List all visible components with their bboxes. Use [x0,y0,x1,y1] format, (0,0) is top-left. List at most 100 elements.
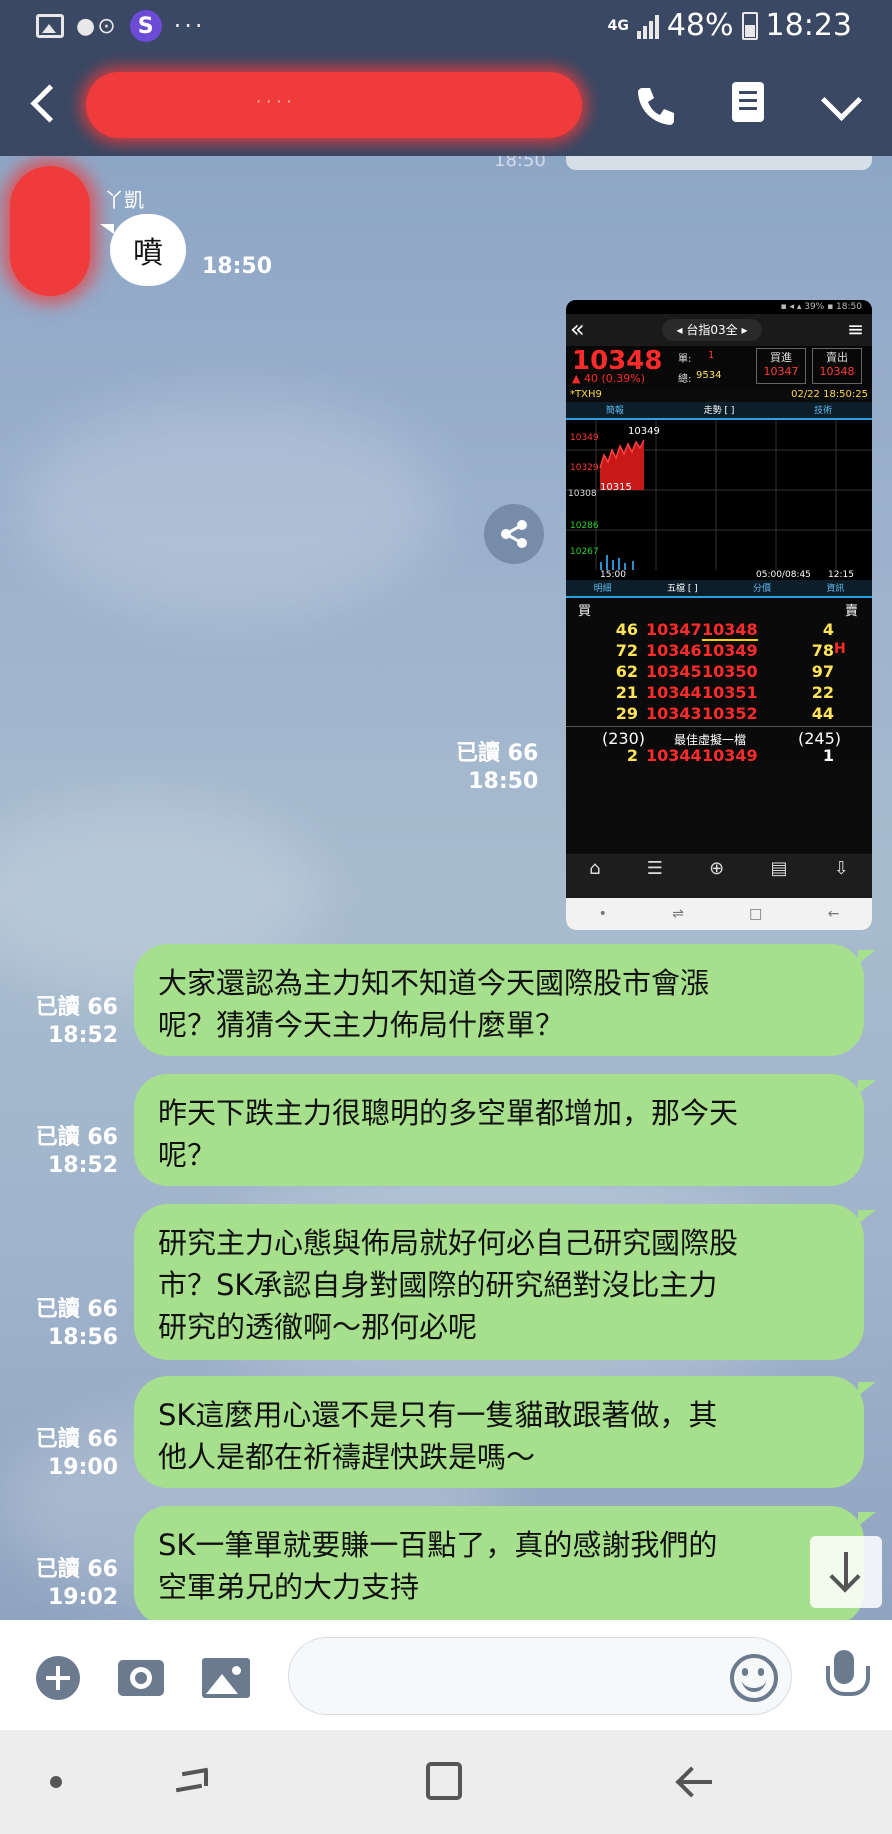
incoming-time: 18:50 [202,254,273,279]
shot-tabs-top: 簡報 走勢 [ ] 技術 [566,402,872,420]
shot-tabs-mid: 明細 五檔 [ ] 分價 資訊 [566,580,872,598]
chevron-down-icon[interactable] [818,86,864,120]
svg-text:10349: 10349 [570,433,599,443]
recent-apps-icon[interactable] [175,1764,214,1798]
shot-nav: • ⇌ □ ← [566,898,872,930]
read-receipt: 已讀 66 18:52 [35,1125,118,1178]
phone-icon[interactable] [632,82,680,130]
svg-text:12:15: 12:15 [828,570,854,580]
gallery-icon [36,14,64,38]
svg-text:10315: 10315 [600,482,632,493]
message-line: 研究主力心態與佈局就好何必自己研究國際股 [158,1226,739,1260]
previous-time: 18:50 [494,156,546,171]
message-line: 空軍弟兄的大力支持 [158,1570,420,1604]
shot-status: ▪ ◂ ▴ 39% ▪ 18:50 [566,300,872,314]
shot-quote: 10348 ▲ 40 (0.39%) 單: 1 總: 9534 買進 10347… [566,346,872,388]
shot-change: ▲ 40 (0.39%) [572,372,645,385]
share-icon[interactable] [484,504,544,564]
more-icon: ··· [173,12,206,40]
shot-total-label: 總: [678,374,692,385]
shot-total: 9534 [696,370,722,381]
message-input[interactable] [288,1637,792,1715]
status-bar-left: ●⊙ S ··· [36,10,206,42]
outgoing-message-bubble[interactable]: SK這麼用心還不是只有一隻貓敢跟著做，其 他人是都在祈禱趕快跌是嗎～ [134,1376,876,1488]
chat-area[interactable]: 18:50 丫凱 噴 18:50 ▪ ◂ ▴ 39% ▪ 18:50 « ◂ 台… [0,156,892,1620]
shared-screenshot[interactable]: ▪ ◂ ▴ 39% ▪ 18:50 « ◂ 台指03全 ▸ ≡ 10348 ▲ … [566,300,872,930]
message-line: SK這麼用心還不是只有一隻貓敢跟著做，其 [158,1398,718,1432]
book-row: 29 10343 10352 44 [615,704,834,723]
home-icon[interactable] [426,1762,462,1800]
shot-chart: 10349 10329 10308 10286 10267 10349 1031… [566,420,872,580]
shot-qty-label: 單: [678,354,692,365]
svg-text:10286: 10286 [570,521,599,531]
shot-bid-box: 買進 10347 [756,348,806,384]
book-row: 72 10346 10349 78 H [615,641,846,660]
chat-title-redacted[interactable]: · · · · [86,72,582,138]
shot-menu-icon: ≡ [847,317,864,341]
book-row: 46 10347 10348 4 [615,620,834,641]
message-line: 市？SK承認自身對國際的研究絕對沒比主力 [158,1268,718,1302]
svg-text:10349: 10349 [628,426,660,437]
message-line: 昨天下跌主力很聰明的多空單都增加，那今天 [158,1096,739,1130]
notes-icon[interactable] [728,82,768,128]
s-app-icon: S [129,10,162,42]
svg-text:10308: 10308 [568,489,597,499]
battery-icon [741,11,758,40]
status-bar-right: 4G 48% 18:23 [608,8,852,43]
svg-text:15:00: 15:00 [600,570,626,580]
svg-text:05:00/08:45: 05:00/08:45 [756,570,811,580]
book-total-row: (230) 最佳虛擬一檔 (245) [566,726,872,748]
read-receipt: 已讀 66 18:52 [35,995,118,1048]
camera-icon[interactable] [118,1660,164,1696]
outgoing-message-bubble[interactable]: SK一筆單就要賺一百點了，真的感謝我們的 空軍弟兄的大力支持 [134,1506,876,1620]
shot-ask-box: 賣出 10348 [812,348,862,384]
message-line: 研究的透徹啊～那何必呢 [158,1310,478,1344]
scroll-down-button[interactable] [810,1536,882,1608]
input-bar [0,1620,892,1730]
status-bar: ●⊙ S ··· 4G 48% 18:23 [0,0,892,52]
message-line: SK一筆單就要賺一百點了，真的感謝我們的 [158,1528,718,1562]
svg-text:10267: 10267 [570,547,599,557]
svg-text:10329: 10329 [570,463,599,473]
book-row: 62 10345 10350 97 [615,662,834,681]
shot-qty: 1 [708,350,715,361]
outgoing-message-bubble[interactable]: 大家還認為主力知不知道今天國際股市會漲 呢？猜猜今天主力佈局什麼單？ [134,944,876,1056]
message-line: 大家還認為主力知不知道今天國際股市會漲 [158,966,710,1000]
chat-header: · · · · [0,52,892,156]
book-best-row: 2 10344 10349 1 [626,746,834,765]
back-icon[interactable] [26,82,66,126]
incoming-message-text: 噴 [133,236,163,271]
incoming-message-bubble[interactable]: 噴 [100,214,186,286]
shot-title: ◂ 台指03全 ▸ [662,319,762,341]
battery-percent: 48% [666,8,734,43]
clock: 18:23 [765,8,852,43]
message-line: 呢？ [158,1138,217,1172]
network-type: 4G [607,17,629,34]
back-nav-icon[interactable] [674,1762,714,1802]
dot-icon[interactable] [50,1776,62,1788]
outgoing-message-bubble[interactable]: 研究主力心態與佈局就好何必自己研究國際股 市？SK承認自身對國際的研究絕對沒比主… [134,1204,876,1360]
read-receipt: 已讀 66 19:00 [35,1427,118,1480]
link-icon: ●⊙ [76,13,118,39]
previous-image-edge[interactable] [566,156,872,170]
shot-toolbar: « ◂ 台指03全 ▸ ≡ [566,314,872,346]
shot-back-icon: « [570,315,585,343]
read-receipt: 已讀 66 18:56 [35,1297,118,1350]
plus-icon[interactable] [36,1656,80,1700]
sender-name: 丫凱 [104,188,144,212]
mic-icon[interactable] [822,1650,870,1706]
outgoing-message-bubble[interactable]: 昨天下跌主力很聰明的多空單都增加，那今天 呢？ [134,1074,876,1186]
signal-icon [636,13,659,39]
read-receipt: 已讀 66 19:02 [35,1557,118,1610]
emoji-icon[interactable] [730,1654,778,1702]
chat-title-text: · · · · [256,92,292,111]
system-nav-bar [0,1730,892,1834]
shot-bottom-tabs: ⌂ ☰ ⊕ ▤ ⇩ [566,854,872,898]
book-row: 21 10344 10351 22 [615,683,834,702]
image-icon[interactable] [202,1658,250,1698]
shot-order-book: 買 賣 46 10347 10348 4 72 10346 10349 78 H 62 1… [566,598,872,765]
avatar[interactable] [10,166,90,296]
shot-symbol-row: *TXH9 02/22 18:50:25 [570,389,868,400]
image-read-receipt: 已讀 66 18:50 [456,741,539,794]
message-line: 他人是都在祈禱趕快跌是嗎～ [158,1440,536,1474]
